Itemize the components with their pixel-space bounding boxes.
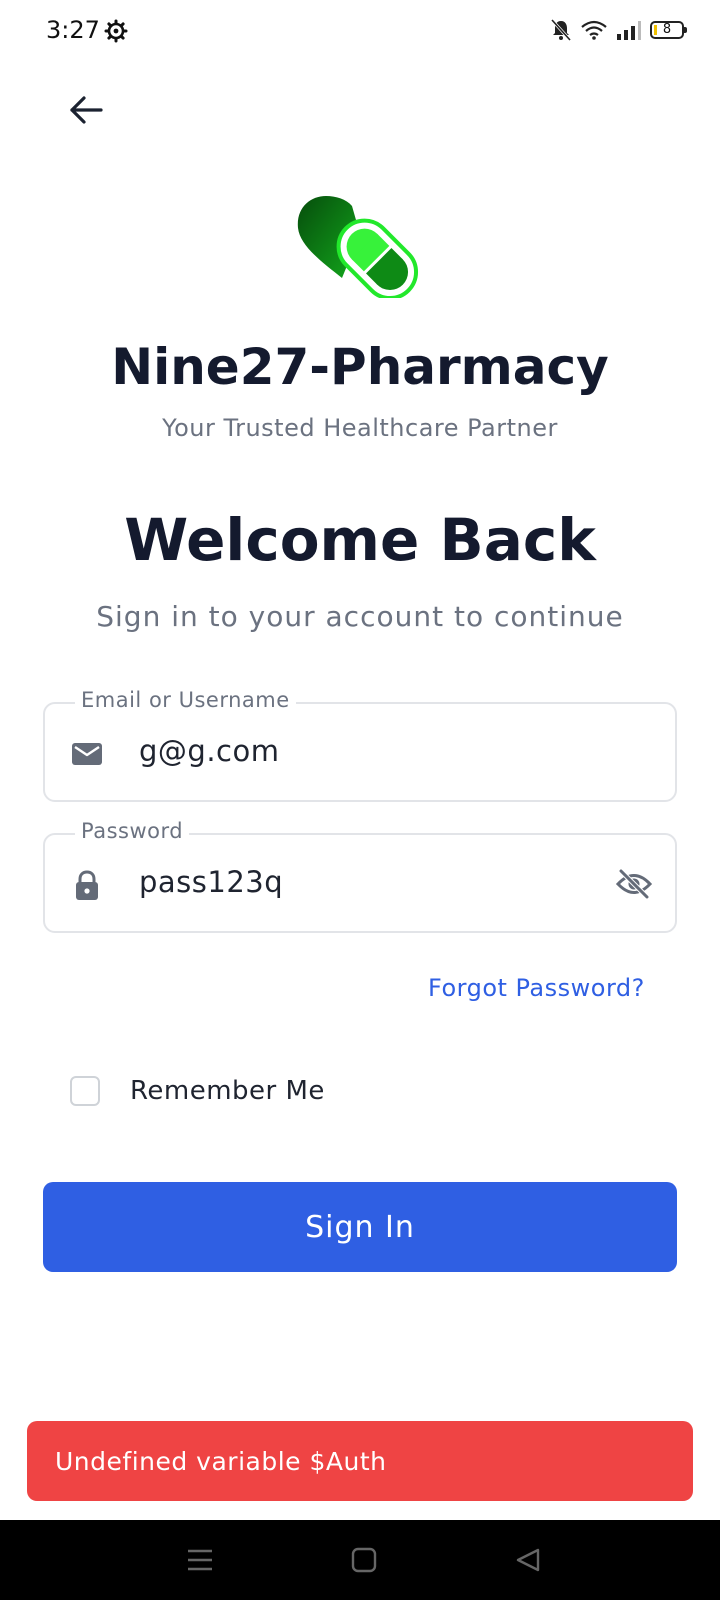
welcome-subtitle: Sign in to your account to continue <box>96 600 624 633</box>
settings-gear-icon <box>104 19 128 43</box>
back-triangle-icon <box>516 1548 540 1572</box>
forgot-password-link[interactable]: Forgot Password? <box>428 974 645 1002</box>
app-tagline: Your Trusted Healthcare Partner <box>162 414 558 442</box>
welcome-title: Welcome Back <box>124 506 596 574</box>
bell-muted-icon <box>550 18 572 42</box>
email-field[interactable]: Email or Username g@g.com <box>43 688 677 802</box>
battery-icon: 8 <box>650 21 687 39</box>
password-field-label: Password <box>75 819 190 843</box>
status-icons: 8 <box>550 18 687 42</box>
menu-icon <box>188 1549 212 1571</box>
wifi-icon <box>581 20 607 40</box>
sign-in-button[interactable]: Sign In <box>43 1182 677 1272</box>
email-input-value[interactable]: g@g.com <box>139 734 279 768</box>
password-input-value[interactable]: pass123q <box>139 865 283 899</box>
app-name: Nine27-Pharmacy <box>111 338 609 396</box>
remember-me-row[interactable]: Remember Me <box>70 1076 325 1106</box>
recent-apps-button[interactable] <box>180 1540 220 1580</box>
error-toast: Undefined variable $Auth <box>27 1421 693 1501</box>
heart-pill-logo <box>297 196 419 298</box>
home-square-icon <box>351 1547 377 1573</box>
email-field-label: Email or Username <box>75 688 296 712</box>
back-button[interactable] <box>60 84 112 136</box>
cellular-signal-icon <box>617 21 641 40</box>
eye-off-icon <box>616 869 652 899</box>
home-button[interactable] <box>344 1540 384 1580</box>
password-field[interactable]: Password pass123q <box>43 819 677 933</box>
toggle-password-visibility-button[interactable] <box>615 865 653 903</box>
remember-me-label[interactable]: Remember Me <box>130 1076 325 1106</box>
mail-icon <box>72 743 102 765</box>
status-time: 3:27 <box>46 16 100 44</box>
system-nav-bar <box>0 1520 720 1600</box>
lock-icon <box>76 870 98 900</box>
arrow-left-icon <box>70 96 103 124</box>
back-nav-button[interactable] <box>508 1540 548 1580</box>
remember-me-checkbox[interactable] <box>70 1076 100 1106</box>
status-bar: 3:27 8 <box>0 0 720 64</box>
